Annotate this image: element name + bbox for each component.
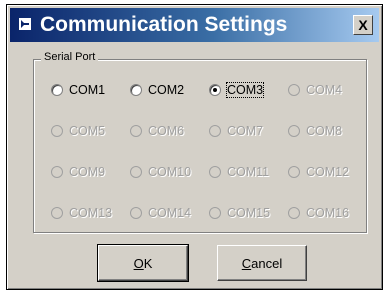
radio-com14: COM14 bbox=[130, 206, 209, 220]
radio-label: COM3 bbox=[225, 82, 265, 98]
radio-label: COM6 bbox=[148, 124, 185, 138]
radio-com12: COM12 bbox=[288, 165, 367, 179]
radio-com11: COM11 bbox=[209, 165, 288, 179]
radio-label: COM14 bbox=[148, 206, 192, 220]
radio-com9: COM9 bbox=[51, 165, 130, 179]
radio-com7: COM7 bbox=[209, 124, 288, 138]
cancel-label-rest: ancel bbox=[251, 255, 283, 271]
radio-com4: COM4 bbox=[288, 83, 367, 97]
radio-com16: COM16 bbox=[288, 206, 367, 220]
radio-button-icon bbox=[51, 207, 63, 219]
ok-mnemonic: O bbox=[133, 255, 144, 271]
radio-row: COM13 COM14 COM15 COM16 bbox=[51, 206, 367, 247]
window-title: Communication Settings bbox=[40, 13, 288, 36]
radio-com3[interactable]: COM3 bbox=[209, 82, 288, 98]
radio-button-icon bbox=[209, 166, 221, 178]
radio-label: COM9 bbox=[69, 165, 106, 179]
radio-label: COM2 bbox=[148, 83, 185, 97]
cancel-button[interactable]: Cancel bbox=[217, 245, 307, 281]
radio-com15: COM15 bbox=[209, 206, 288, 220]
communication-settings-dialog: Communication Settings X Serial Port COM… bbox=[6, 4, 383, 290]
radio-label: COM5 bbox=[69, 124, 106, 138]
radio-button-icon[interactable] bbox=[130, 84, 142, 96]
radio-label: COM12 bbox=[306, 165, 350, 179]
radio-label: COM13 bbox=[69, 206, 113, 220]
radio-com2[interactable]: COM2 bbox=[130, 83, 209, 97]
radio-button-icon bbox=[209, 125, 221, 137]
radio-row: COM9 COM10 COM11 COM12 bbox=[51, 165, 367, 206]
radio-button-icon bbox=[51, 166, 63, 178]
ok-label-rest: K bbox=[143, 255, 153, 271]
radio-button-icon bbox=[130, 207, 142, 219]
radio-button-icon[interactable] bbox=[209, 84, 221, 96]
radio-label: COM7 bbox=[227, 124, 264, 138]
radio-com13: COM13 bbox=[51, 206, 130, 220]
radio-button-icon bbox=[209, 207, 221, 219]
close-icon: X bbox=[358, 17, 368, 33]
radio-label: COM8 bbox=[306, 124, 343, 138]
cancel-mnemonic: C bbox=[241, 255, 252, 271]
radio-row: COM1 COM2 COM3 COM4 bbox=[51, 82, 367, 124]
app-icon bbox=[19, 18, 31, 30]
serial-port-options: COM1 COM2 COM3 COM4 COM5 COM6 COM7 COM8 COM9 COM1… bbox=[51, 82, 367, 247]
serial-port-label: Serial Port bbox=[41, 51, 99, 63]
radio-button-icon bbox=[288, 84, 300, 96]
title-bar[interactable]: Communication Settings X bbox=[10, 8, 379, 42]
radio-button-icon bbox=[51, 125, 63, 137]
radio-button-icon bbox=[288, 125, 300, 137]
radio-button-icon bbox=[288, 207, 300, 219]
radio-com5: COM5 bbox=[51, 124, 130, 138]
radio-label: COM11 bbox=[227, 165, 270, 179]
radio-button-icon bbox=[288, 166, 300, 178]
radio-button-icon[interactable] bbox=[51, 84, 63, 96]
ok-button[interactable]: OK bbox=[97, 244, 189, 282]
radio-com6: COM6 bbox=[130, 124, 209, 138]
radio-com8: COM8 bbox=[288, 124, 367, 138]
radio-com1[interactable]: COM1 bbox=[51, 83, 130, 97]
radio-button-icon bbox=[130, 166, 142, 178]
radio-row: COM5 COM6 COM7 COM8 bbox=[51, 124, 367, 165]
radio-button-icon bbox=[130, 125, 142, 137]
radio-com10: COM10 bbox=[130, 165, 209, 179]
radio-label: COM1 bbox=[69, 83, 106, 97]
radio-label: COM16 bbox=[306, 206, 350, 220]
radio-label: COM10 bbox=[148, 165, 192, 179]
close-button[interactable]: X bbox=[353, 15, 373, 35]
radio-label: COM4 bbox=[306, 83, 343, 97]
radio-label: COM15 bbox=[227, 206, 271, 220]
